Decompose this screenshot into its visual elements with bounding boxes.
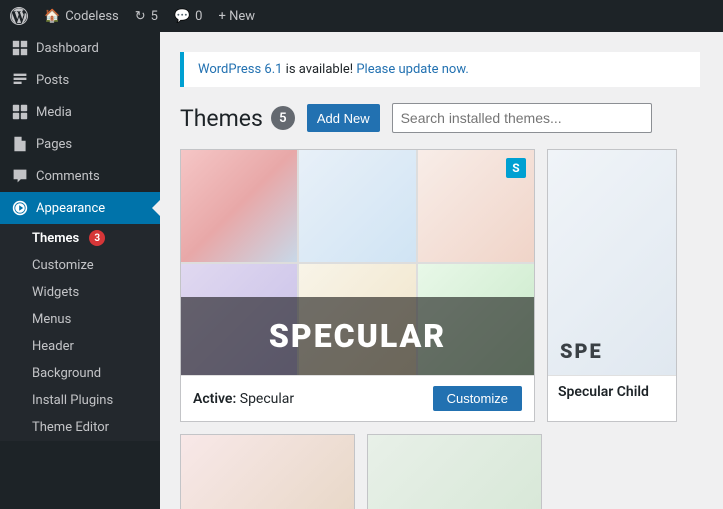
- comments-item[interactable]: 💬 0: [174, 9, 203, 24]
- specular-screenshot: SPECULAR S: [181, 150, 534, 375]
- submenu-item-widgets[interactable]: Widgets: [0, 279, 160, 306]
- add-new-button[interactable]: Add New: [307, 104, 380, 132]
- widgets-label: Widgets: [32, 285, 79, 300]
- install-plugins-label: Install Plugins: [32, 393, 113, 408]
- updates-count: 5: [151, 9, 158, 24]
- comments-icon: 💬: [174, 9, 190, 24]
- sidebar-item-posts[interactable]: Posts: [0, 64, 160, 96]
- specular-text: SPECULAR: [269, 317, 446, 355]
- submenu-item-menus[interactable]: Menus: [0, 306, 160, 333]
- update-notice: WordPress 6.1 is available! Please updat…: [180, 52, 700, 87]
- pages-label: Pages: [36, 137, 72, 152]
- sidebar: Dashboard Posts Media Pages Comments App…: [0, 0, 160, 509]
- spe-mosaic: SPE: [548, 150, 676, 375]
- customize-button[interactable]: Customize: [433, 386, 522, 411]
- specular-theme-footer: Active: Specular Customize: [181, 375, 534, 421]
- specular-child-footer: Specular Child: [548, 375, 676, 408]
- spe-text: SPE: [560, 339, 603, 363]
- more-themes-row: [180, 434, 703, 509]
- appearance-submenu: Themes 3 Customize Widgets Menus Header …: [0, 224, 160, 441]
- header-label: Header: [32, 339, 74, 354]
- themes-grid: SPECULAR S Active: Specular Customize SP…: [180, 149, 703, 422]
- active-theme-title: Specular: [240, 391, 294, 407]
- themes-title: Themes 5: [180, 105, 295, 132]
- background-label: Background: [32, 366, 101, 381]
- customize-label: Customize: [32, 258, 94, 273]
- theme-card-specular-child[interactable]: SPE Specular Child: [547, 149, 677, 422]
- submenu-item-customize[interactable]: Customize: [0, 252, 160, 279]
- admin-bar: 🏠 Codeless ↻ 5 💬 0 + New: [0, 0, 723, 32]
- mosaic-cell-1: [181, 150, 297, 262]
- search-input[interactable]: [392, 103, 652, 133]
- submenu-item-themes[interactable]: Themes 3: [0, 224, 160, 252]
- themes-count-badge: 5: [271, 106, 295, 130]
- house-icon: 🏠: [44, 9, 60, 24]
- child-theme-name: Specular Child: [558, 384, 666, 400]
- comments-count: 0: [195, 9, 202, 24]
- active-theme-name: Active: Specular: [193, 391, 294, 407]
- posts-label: Posts: [36, 73, 69, 88]
- theme-card-extra-2[interactable]: [367, 434, 542, 509]
- wp-version-link[interactable]: WordPress 6.1: [198, 62, 282, 77]
- appearance-label: Appearance: [36, 201, 105, 216]
- sidebar-item-appearance[interactable]: Appearance: [0, 192, 160, 224]
- specular-s-badge: S: [506, 158, 526, 178]
- wp-logo-item[interactable]: [10, 7, 28, 25]
- active-prefix: Active:: [193, 391, 236, 407]
- site-name-item[interactable]: 🏠 Codeless: [44, 9, 119, 24]
- site-name: Codeless: [65, 9, 119, 24]
- comments-nav-label: Comments: [36, 169, 100, 184]
- media-label: Media: [36, 105, 72, 120]
- child-theme-title: Specular Child: [558, 384, 649, 400]
- submenu-item-install-plugins[interactable]: Install Plugins: [0, 387, 160, 414]
- dashboard-label: Dashboard: [36, 41, 99, 56]
- sidebar-item-pages[interactable]: Pages: [0, 128, 160, 160]
- updates-icon: ↻: [135, 9, 146, 24]
- themes-header: Themes 5 Add New: [180, 103, 703, 133]
- themes-heading: Themes: [180, 105, 263, 132]
- theme-editor-label: Theme Editor: [32, 420, 109, 435]
- sidebar-item-media[interactable]: Media: [0, 96, 160, 128]
- submenu-item-theme-editor[interactable]: Theme Editor: [0, 414, 160, 441]
- sidebar-item-comments[interactable]: Comments: [0, 160, 160, 192]
- main-content: WordPress 6.1 is available! Please updat…: [160, 0, 723, 509]
- submenu-item-background[interactable]: Background: [0, 360, 160, 387]
- specular-overlay: SPECULAR: [181, 297, 534, 375]
- new-content-item[interactable]: + New: [218, 9, 255, 24]
- sidebar-item-dashboard[interactable]: Dashboard: [0, 32, 160, 64]
- themes-submenu-label: Themes: [32, 231, 79, 246]
- spe-screenshot: SPE: [548, 150, 676, 375]
- updates-item[interactable]: ↻ 5: [135, 9, 158, 24]
- update-link[interactable]: Please update now.: [356, 62, 468, 77]
- menus-label: Menus: [32, 312, 71, 327]
- notice-middle-text: is available!: [286, 62, 357, 77]
- themes-badge: 3: [89, 230, 105, 246]
- submenu-item-header[interactable]: Header: [0, 333, 160, 360]
- new-label: + New: [218, 9, 255, 24]
- theme-card-extra-1[interactable]: [180, 434, 355, 509]
- mosaic-cell-2: [299, 150, 415, 262]
- theme-card-specular[interactable]: SPECULAR S Active: Specular Customize: [180, 149, 535, 422]
